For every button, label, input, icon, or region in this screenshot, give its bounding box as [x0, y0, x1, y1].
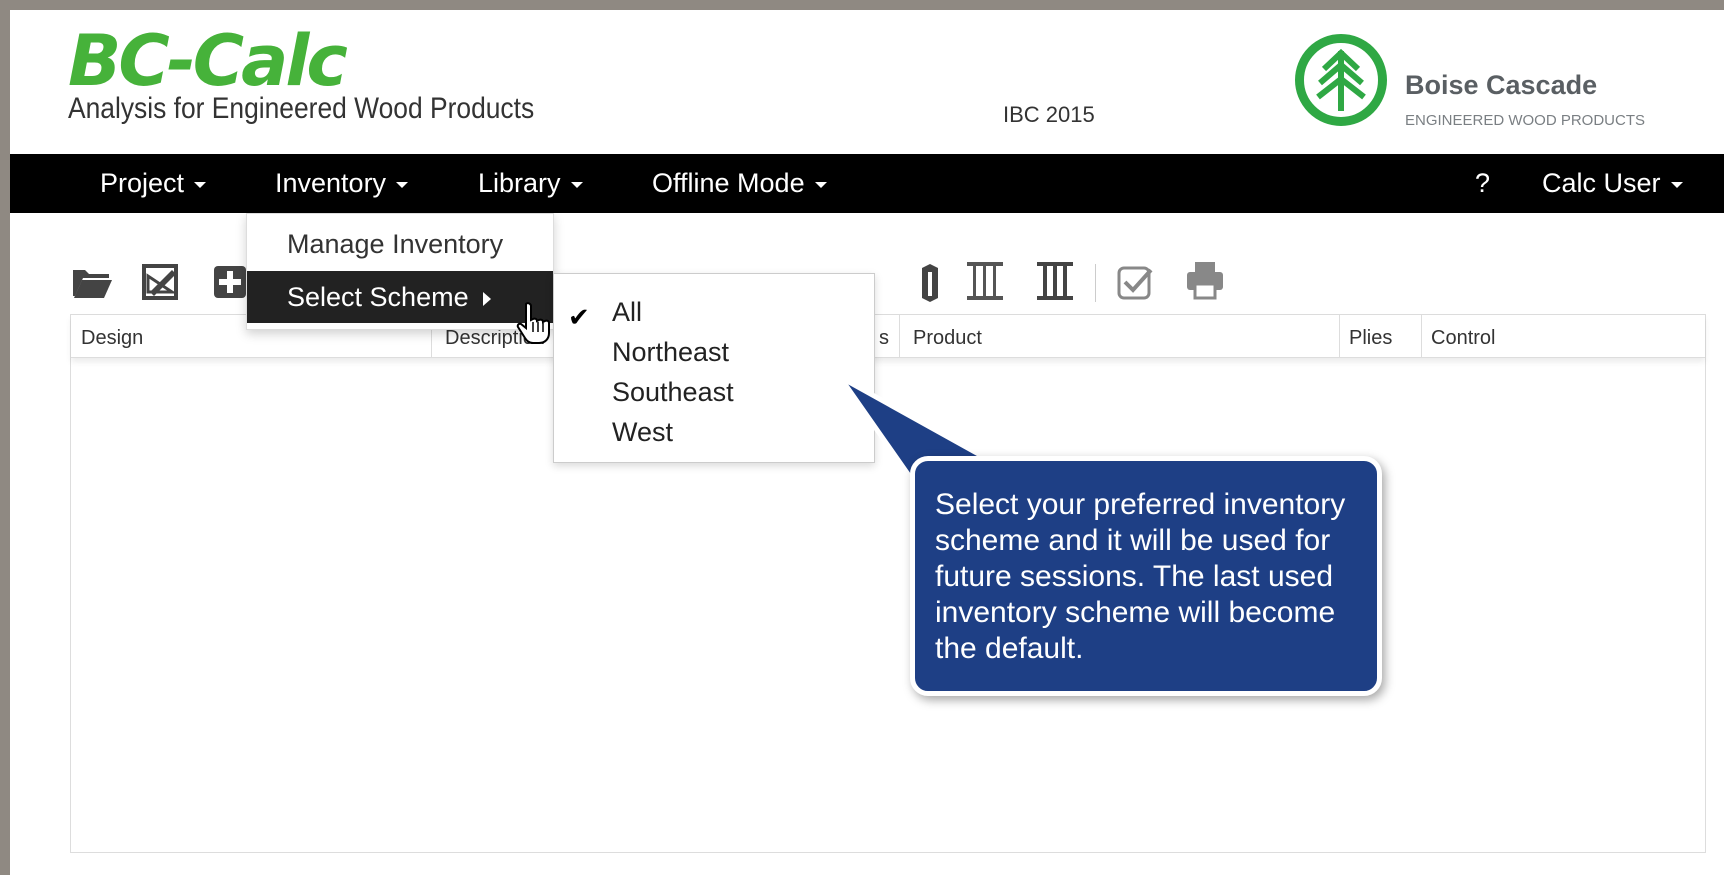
column-header-control[interactable]: Control — [1431, 315, 1495, 357]
post-icon[interactable] — [910, 256, 954, 304]
nav-offline-mode[interactable]: Offline Mode — [652, 154, 827, 213]
scheme-option-label: All — [612, 297, 643, 327]
nav-library[interactable]: Library — [478, 154, 583, 213]
tree-icon — [1295, 34, 1387, 126]
caret-down-icon — [194, 181, 207, 188]
caret-down-icon — [1670, 181, 1683, 188]
brand-logo: Boise Cascade ENGINEERED WOOD PRODUCTS — [1295, 26, 1715, 136]
checkmark-icon: ✔ — [568, 302, 590, 332]
nav-offline-mode-label: Offline Mode — [652, 168, 805, 198]
column-stack-icon[interactable] — [963, 256, 1007, 304]
scheme-submenu: ✔ All Northeast Southeast West — [553, 273, 875, 463]
user-name: Calc User — [1542, 168, 1661, 198]
main-navbar: Project Inventory Library Offline Mode ?… — [10, 154, 1724, 213]
logo-mark: BC-Calc — [68, 20, 348, 102]
column-header-product[interactable]: Product — [913, 315, 982, 357]
column-divider — [899, 315, 900, 357]
scheme-option-label: West — [612, 417, 674, 447]
folder-open-icon[interactable] — [70, 256, 114, 304]
scheme-option-all[interactable]: ✔ All — [554, 292, 874, 332]
toolbar-divider — [1095, 264, 1096, 302]
column-header-plies[interactable]: Plies — [1349, 315, 1392, 357]
manage-inventory-item[interactable]: Manage Inventory — [247, 218, 553, 270]
column-double-icon[interactable] — [1033, 256, 1077, 304]
code-version-label: IBC 2015 — [1003, 102, 1095, 127]
scheme-option-label: Southeast — [612, 377, 734, 407]
help-callout: Select your preferred inventory scheme a… — [910, 456, 1382, 696]
app-window: BC-Calc Analysis for Engineered Wood Pro… — [10, 10, 1724, 875]
caret-right-icon — [482, 291, 491, 306]
caret-down-icon — [396, 181, 409, 188]
manage-inventory-label: Manage Inventory — [287, 229, 504, 259]
scheme-option-west[interactable]: West — [554, 412, 874, 452]
brand-tagline: ENGINEERED WOOD PRODUCTS — [1405, 112, 1646, 129]
nav-project[interactable]: Project — [100, 154, 207, 213]
column-divider — [1339, 315, 1340, 357]
help-button[interactable]: ? — [1475, 154, 1490, 213]
scheme-option-label: Northeast — [612, 337, 730, 367]
edit-drawing-icon[interactable] — [140, 256, 184, 304]
check-icon[interactable] — [1115, 256, 1159, 304]
app-subtitle: Analysis for Engineered Wood Products — [68, 92, 535, 125]
brand-name: Boise Cascade — [1405, 70, 1598, 100]
scheme-option-southeast[interactable]: Southeast — [554, 372, 874, 412]
column-header-partial[interactable]: s — [879, 315, 889, 357]
callout-text: Select your preferred inventory scheme a… — [935, 488, 1346, 665]
column-divider — [1421, 315, 1422, 357]
inventory-dropdown: Manage Inventory Select Scheme — [246, 213, 554, 330]
caret-down-icon — [814, 181, 827, 188]
print-icon[interactable] — [1183, 256, 1227, 304]
nav-user-menu[interactable]: Calc User — [1542, 154, 1683, 213]
help-label: ? — [1475, 168, 1491, 198]
hand-cursor-icon — [516, 302, 550, 349]
nav-project-label: Project — [100, 168, 185, 198]
app-logo: BC-Calc Analysis for Engineered Wood Pro… — [68, 26, 598, 126]
select-scheme-item[interactable]: Select Scheme — [247, 271, 553, 323]
nav-library-label: Library — [478, 168, 561, 198]
column-header-design[interactable]: Design — [81, 315, 143, 357]
select-scheme-label: Select Scheme — [287, 282, 469, 312]
nav-inventory-label: Inventory — [275, 168, 387, 198]
scheme-option-northeast[interactable]: Northeast — [554, 332, 874, 372]
caret-down-icon — [570, 181, 583, 188]
nav-inventory[interactable]: Inventory — [275, 154, 409, 213]
